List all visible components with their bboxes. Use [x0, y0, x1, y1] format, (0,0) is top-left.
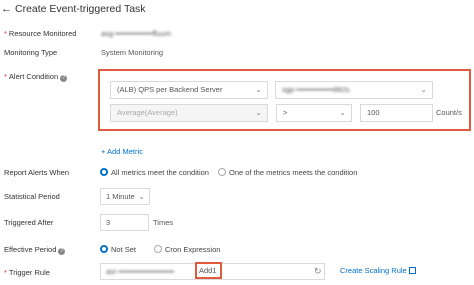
add-metric-link[interactable]: + Add Metric: [101, 147, 143, 157]
operator-value: >: [283, 108, 288, 117]
radio-unchecked-icon: [218, 168, 226, 176]
radio-checked-icon: [100, 245, 108, 253]
report-alerts-label: Report Alerts When: [4, 168, 70, 177]
threshold-input[interactable]: 100: [360, 104, 433, 122]
radio-checked-icon: [100, 168, 108, 176]
trigger-rule-value-prefix: asr-•••••••••••••••••••••: [106, 267, 175, 276]
chevron-down-icon: ⌄: [255, 108, 262, 117]
statistical-period-label: Statistical Period: [4, 192, 60, 201]
radio-all-metrics[interactable]: All metrics meet the condition: [100, 168, 209, 178]
radio-one-metric[interactable]: One of the metrics meets the condition: [218, 168, 357, 178]
operator-select[interactable]: > ⌄: [276, 104, 352, 122]
effective-period-label: Effective Period?: [4, 245, 66, 255]
required-asterisk: *: [4, 72, 7, 81]
chevron-down-icon: ⌄: [138, 192, 145, 201]
chevron-down-icon: ⌄: [255, 85, 262, 94]
metric-select[interactable]: (ALB) QPS per Backend Server ⌄: [110, 81, 268, 99]
help-icon[interactable]: ?: [58, 248, 66, 255]
triggered-after-label: Triggered After: [4, 218, 54, 227]
external-link-icon: [408, 267, 416, 274]
create-scaling-rule-link[interactable]: Create Scaling Rule: [340, 266, 416, 276]
monitoring-type-label: Monitoring Type: [4, 48, 58, 57]
server-group-value: sgp-••••••••••••••882s: [282, 85, 350, 94]
radio-cron-expression[interactable]: Cron Expression: [154, 245, 220, 255]
server-group-select[interactable]: sgp-••••••••••••••882s ⌄: [275, 81, 433, 99]
help-icon[interactable]: ?: [60, 75, 68, 82]
page-title: Create Event-triggered Task: [15, 3, 146, 15]
resource-monitored-label: * Resource Monitored: [4, 29, 77, 38]
threshold-value: 100: [367, 108, 380, 117]
trigger-rule-highlight: [195, 262, 222, 279]
triggered-after-input[interactable]: 3: [100, 214, 149, 231]
resource-monitored-value: asg-••••••••••••••ffuum: [101, 29, 171, 38]
radio-not-set[interactable]: Not Set: [100, 245, 136, 255]
metric-select-value: (ALB) QPS per Backend Server: [117, 85, 223, 94]
required-asterisk: *: [4, 29, 7, 38]
statistic-select: Average(Average) ⌄: [110, 104, 268, 122]
triggered-after-unit: Times: [153, 218, 174, 227]
radio-unchecked-icon: [154, 245, 162, 253]
refresh-icon[interactable]: ↻: [314, 266, 322, 276]
trigger-rule-label: * Trigger Rule: [4, 268, 50, 277]
statistical-period-value: 1 Minute: [106, 192, 135, 201]
threshold-unit: Count/s: [436, 108, 462, 117]
chevron-down-icon: ⌄: [339, 108, 346, 117]
statistical-period-select[interactable]: 1 Minute ⌄: [100, 188, 150, 205]
triggered-after-value: 3: [106, 218, 111, 227]
alert-condition-label: * Alert Condition?: [4, 72, 68, 82]
chevron-down-icon: ⌄: [420, 85, 427, 94]
required-asterisk: *: [4, 268, 7, 277]
statistic-value: Average(Average): [117, 108, 178, 117]
back-arrow-icon[interactable]: ←: [1, 3, 15, 15]
monitoring-type-value: System Monitoring: [101, 48, 164, 57]
